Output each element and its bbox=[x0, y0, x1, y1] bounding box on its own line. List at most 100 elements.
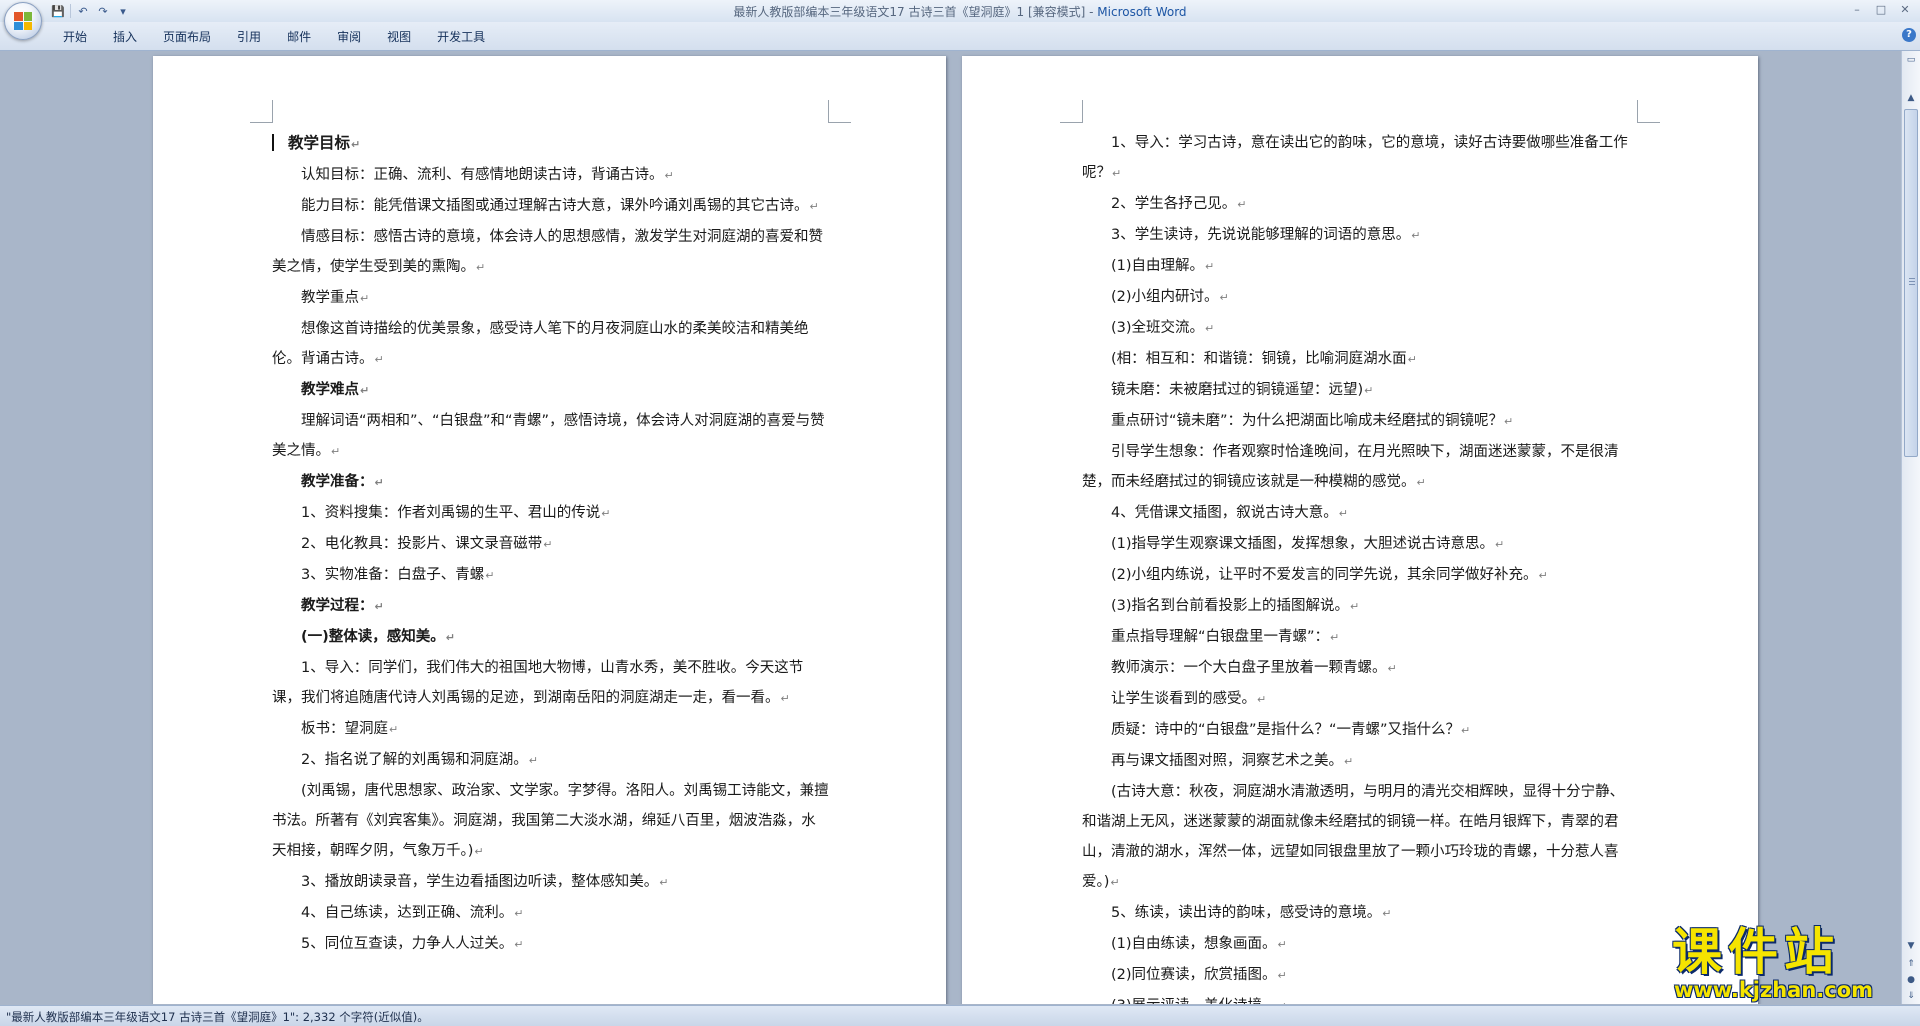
watermark-url: www.kjzhan.com bbox=[1674, 978, 1874, 1002]
paragraph-mark-icon: ↵ bbox=[351, 138, 361, 151]
page-right[interactable]: 1、导入：学习古诗，意在读出它的韵味，它的意境，读好古诗要做哪些准备工作呢？↵ 2… bbox=[962, 56, 1758, 1004]
paragraph[interactable]: 再与课文插图对照，洞察艺术之美。↵ bbox=[1082, 746, 1638, 777]
ribbon-tab[interactable]: 邮件 bbox=[274, 28, 324, 46]
page-text-right[interactable]: 1、导入：学习古诗，意在读出它的韵味，它的意境，读好古诗要做哪些准备工作呢？↵ 2… bbox=[1082, 128, 1638, 1004]
ribbon-tab[interactable]: 页面布局 bbox=[150, 28, 224, 46]
paragraph-text: 让学生谈看到的感受。 bbox=[1111, 691, 1256, 707]
paragraph[interactable]: (3)指名到台前看投影上的插图解说。↵ bbox=[1082, 591, 1638, 622]
thumb-grip bbox=[1909, 284, 1915, 285]
paragraph[interactable]: 教学目标↵ bbox=[272, 128, 829, 160]
paragraph[interactable]: 质疑：诗中的“白银盘”是指什么？“一青螺”又指什么？↵ bbox=[1082, 715, 1638, 746]
paragraph[interactable]: 教学准备：↵ bbox=[272, 467, 829, 498]
paragraph-text: (1)自由练读，想象画面。 bbox=[1111, 936, 1277, 952]
paragraph-mark-icon: ↵ bbox=[1338, 507, 1348, 520]
paragraph[interactable]: (1)自由理解。↵ bbox=[1082, 251, 1638, 282]
scroll-up-icon[interactable]: ▲ bbox=[1904, 91, 1918, 105]
ruler-toggle-icon[interactable]: ▭ bbox=[1904, 53, 1918, 67]
paragraph[interactable]: 2、学生各抒己见。↵ bbox=[1082, 189, 1638, 220]
paragraph[interactable]: 5、练读，读出诗的韵味，感受诗的意境。↵ bbox=[1082, 898, 1638, 929]
paragraph-mark-icon: ↵ bbox=[1364, 384, 1374, 397]
paragraph-text: 重点研讨“镜未磨”：为什么把湖面比喻成未经磨拭的铜镜呢？ bbox=[1111, 413, 1504, 429]
scroll-down-icon[interactable]: ▼ bbox=[1904, 939, 1918, 953]
paragraph[interactable]: 1、导入：学习古诗，意在读出它的韵味，它的意境，读好古诗要做哪些准备工作呢？↵ bbox=[1082, 128, 1638, 189]
close-button[interactable]: ✕ bbox=[1896, 2, 1914, 18]
paragraph[interactable]: 教学重点↵ bbox=[272, 283, 829, 314]
paragraph[interactable]: 教师演示：一个大白盘子里放着一颗青螺。↵ bbox=[1082, 653, 1638, 684]
paragraph-text: (2)小组内研讨。 bbox=[1111, 289, 1219, 305]
paragraph-mark-icon: ↵ bbox=[1382, 907, 1392, 920]
paragraph-text: 情感目标：感悟古诗的意境，体会诗人的思想感情，激发学生对洞庭湖的喜爱和赞美之情，… bbox=[272, 229, 823, 275]
office-button[interactable] bbox=[4, 2, 42, 40]
paragraph[interactable]: 1、导入：同学们，我们伟大的祖国地大物博，山青水秀，美不胜收。今天这节课，我们将… bbox=[272, 653, 829, 714]
paragraph[interactable]: 重点研讨“镜未磨”：为什么把湖面比喻成未经磨拭的铜镜呢？↵ bbox=[1082, 406, 1638, 437]
paragraph[interactable]: (一)整体读，感知美。↵ bbox=[272, 622, 829, 653]
minimize-button[interactable]: – bbox=[1848, 2, 1866, 18]
paragraph[interactable]: 4、自己练读，达到正确、流利。↵ bbox=[272, 898, 829, 929]
paragraph[interactable]: (古诗大意：秋夜，洞庭湖水清澈透明，与明月的清光交相辉映，显得十分宁静、和谐湖上… bbox=[1082, 777, 1638, 898]
paragraph[interactable]: 镜未磨：未被磨拭过的铜镜遥望：远望)↵ bbox=[1082, 375, 1638, 406]
page-text-left[interactable]: 教学目标↵ 认知目标：正确、流利、有感情地朗读古诗，背诵古诗。↵ 能力目标：能凭借课… bbox=[272, 128, 829, 960]
paragraph-mark-icon: ↵ bbox=[528, 754, 538, 767]
paragraph[interactable]: (2)小组内研讨。↵ bbox=[1082, 282, 1638, 313]
paragraph[interactable]: 理解词语“两相和”、“白银盘”和“青螺”，感悟诗境，体会诗人对洞庭湖的喜爱与赞美… bbox=[272, 406, 829, 467]
paragraph[interactable]: (相：相互和：和谐镜：铜镜，比喻洞庭湖水面↵ bbox=[1082, 344, 1638, 375]
paragraph[interactable]: 5、同位互查读，力争人人过关。↵ bbox=[272, 929, 829, 960]
paragraph[interactable]: 4、凭借课文插图，叙说古诗大意。↵ bbox=[1082, 498, 1638, 529]
paragraph[interactable]: 重点指导理解“白银盘里一青螺”：↵ bbox=[1082, 622, 1638, 653]
paragraph[interactable]: (2)小组内练说，让平时不爱发言的同学先说，其余同学做好补充。↵ bbox=[1082, 560, 1638, 591]
vertical-scrollbar[interactable]: ▭ ▲ ▼ ⇑ ● ⇓ bbox=[1901, 51, 1920, 1004]
paragraph[interactable]: (刘禹锡，唐代思想家、政治家、文学家。字梦得。洛阳人。刘禹锡工诗能文，兼擅书法。… bbox=[272, 776, 829, 867]
select-browse-object-icon[interactable]: ● bbox=[1904, 973, 1918, 987]
watermark-logo-text: 课件站 bbox=[1672, 923, 1840, 981]
paragraph[interactable]: 板书：望洞庭↵ bbox=[272, 714, 829, 745]
paragraph-mark-icon: ↵ bbox=[1411, 229, 1421, 242]
paragraph[interactable]: 3、播放朗读录音，学生边看插图边听读，整体感知美。↵ bbox=[272, 867, 829, 898]
paragraph[interactable]: 3、实物准备：白盘子、青螺↵ bbox=[272, 560, 829, 591]
ribbon-tab[interactable]: 审阅 bbox=[324, 28, 374, 46]
paragraph-mark-icon: ↵ bbox=[1110, 876, 1120, 889]
paragraph[interactable]: 让学生谈看到的感受。↵ bbox=[1082, 684, 1638, 715]
paragraph-text: 教学难点 bbox=[301, 382, 359, 398]
paragraph[interactable]: 引导学生想象：作者观察时恰逢晚间，在月光照映下，湖面迷迷蒙蒙，不是很清楚，而未经… bbox=[1082, 437, 1638, 498]
ribbon-tab[interactable]: 插入 bbox=[100, 28, 150, 46]
paragraph[interactable]: (3)全班交流。↵ bbox=[1082, 313, 1638, 344]
paragraph-mark-icon: ↵ bbox=[1407, 353, 1417, 366]
paragraph[interactable]: 2、指名说了解的刘禹锡和洞庭湖。↵ bbox=[272, 745, 829, 776]
ribbon-tab[interactable]: 开发工具 bbox=[424, 28, 498, 46]
maximize-button[interactable]: □ bbox=[1872, 2, 1890, 18]
scroll-thumb[interactable] bbox=[1904, 109, 1918, 457]
next-page-icon[interactable]: ⇓ bbox=[1904, 989, 1918, 1003]
paragraph-mark-icon: ↵ bbox=[374, 476, 384, 489]
paragraph-mark-icon: ↵ bbox=[1344, 755, 1354, 768]
paragraph-text: (2)小组内练说，让平时不爱发言的同学先说，其余同学做好补充。 bbox=[1111, 567, 1538, 583]
ribbon-tab[interactable]: 开始 bbox=[50, 28, 100, 46]
window-controls: – □ ✕ bbox=[1848, 2, 1914, 18]
paragraph[interactable]: (2)同位赛读，欣赏插图。↵ bbox=[1082, 960, 1638, 991]
paragraph[interactable]: 教学过程：↵ bbox=[272, 591, 829, 622]
paragraph[interactable]: (1)自由练读，想象画面。↵ bbox=[1082, 929, 1638, 960]
ribbon-tab[interactable]: 引用 bbox=[224, 28, 274, 46]
paragraph-text: 能力目标：能凭借课文插图或通过理解古诗大意，课外吟诵刘禹锡的其它古诗。 bbox=[301, 198, 809, 214]
paragraph[interactable]: 认知目标：正确、流利、有感情地朗读古诗，背诵古诗。↵ bbox=[272, 160, 829, 191]
paragraph[interactable]: 2、电化教具：投影片、课文录音磁带↵ bbox=[272, 529, 829, 560]
paragraph-text: 重点指导理解“白银盘里一青螺”： bbox=[1111, 629, 1330, 645]
document-title: 最新人教版部编本三年级语文17 古诗三首《望洞庭》1 [兼容模式] - bbox=[733, 5, 1098, 19]
paragraph-mark-icon: ↵ bbox=[476, 261, 486, 274]
paragraph[interactable]: 情感目标：感悟古诗的意境，体会诗人的思想感情，激发学生对洞庭湖的喜爱和赞美之情，… bbox=[272, 222, 829, 283]
paragraph-text: (相：相互和：和谐镜：铜镜，比喻洞庭湖水面 bbox=[1111, 351, 1407, 367]
document-area[interactable]: 教学目标↵ 认知目标：正确、流利、有感情地朗读古诗，背诵古诗。↵ 能力目标：能凭借课… bbox=[0, 51, 1902, 1004]
margin-corner-mark bbox=[828, 100, 851, 123]
paragraph[interactable]: 1、资料搜集：作者刘禹锡的生平、君山的传说↵ bbox=[272, 498, 829, 529]
paragraph[interactable]: (1)指导学生观察课文插图，发挥想象，大胆述说古诗意思。↵ bbox=[1082, 529, 1638, 560]
paragraph[interactable]: 能力目标：能凭借课文插图或通过理解古诗大意，课外吟诵刘禹锡的其它古诗。↵ bbox=[272, 191, 829, 222]
paragraph[interactable]: 想像这首诗描绘的优美景象，感受诗人笔下的月夜洞庭山水的柔美皎洁和精美绝伦。背诵古… bbox=[272, 314, 829, 375]
paragraph-text: 2、学生各抒己见。 bbox=[1111, 196, 1237, 212]
paragraph[interactable]: (3)展示评读，美化诗境。↵ bbox=[1082, 991, 1638, 1004]
ribbon-tab[interactable]: 视图 bbox=[374, 28, 424, 46]
page-left[interactable]: 教学目标↵ 认知目标：正确、流利、有感情地朗读古诗，背诵古诗。↵ 能力目标：能凭借课… bbox=[153, 56, 946, 1004]
paragraph-text: 引导学生想象：作者观察时恰逢晚间，在月光照映下，湖面迷迷蒙蒙，不是很清楚，而未经… bbox=[1082, 444, 1619, 490]
help-icon[interactable]: ? bbox=[1902, 28, 1916, 42]
paragraph[interactable]: 教学难点↵ bbox=[272, 375, 829, 406]
previous-page-icon[interactable]: ⇑ bbox=[1904, 957, 1918, 971]
paragraph[interactable]: 3、学生读诗，先说说能够理解的词语的意思。↵ bbox=[1082, 220, 1638, 251]
